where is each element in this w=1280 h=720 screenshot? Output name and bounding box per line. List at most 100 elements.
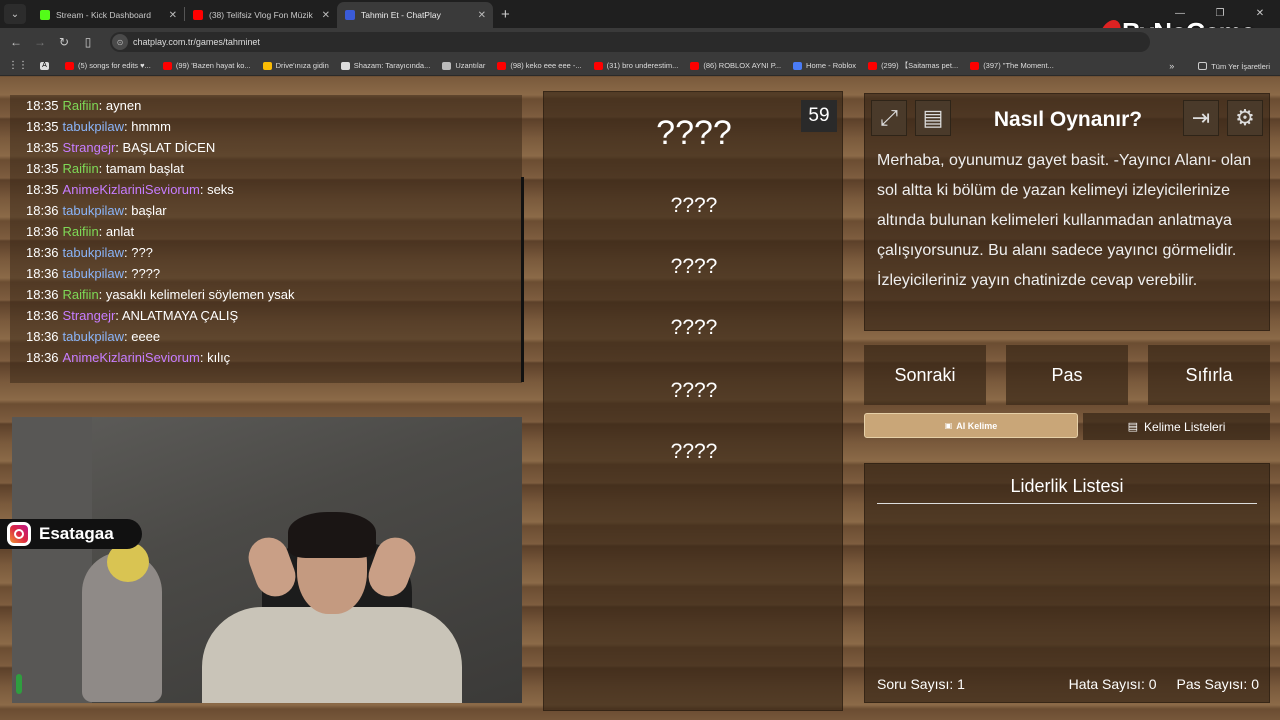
sidebar-icon[interactable]: ▯ [76,35,100,49]
bookmark-label: Home - Roblox [806,61,857,70]
all-bookmarks[interactable]: Tüm Yer İşaretleri [1198,62,1270,71]
bookmark-item[interactable]: (99) 'Bazen hayat ko... [162,61,251,70]
robot-icon: ▣ [944,421,953,430]
chat-text: anlat [105,224,135,239]
status-indicator [16,674,22,694]
tab-kick[interactable]: Stream - Kick Dashboard ✕ [32,2,184,28]
tab-chatplay[interactable]: Tahmin Et - ChatPlay ✕ [337,2,493,28]
chat-message: 18:36 tabukpilaw: ??? [10,242,522,263]
chat-message: 18:36 Strangejr: ANLATMAYA ÇALIŞ [10,305,522,326]
tab-search-dropdown[interactable]: ⌄ [4,4,26,24]
tab-youtube[interactable]: (38) Telifsiz Vlog Fon Müzik ✕ [185,2,337,28]
chat-scrollbar[interactable] [521,177,524,382]
howto-body: Merhaba, oyunumuz gayet basit. -Yayıncı … [877,152,1252,289]
ai-word-label: AI Kelime [956,420,998,431]
chat-time: 18:35 [26,98,59,113]
chat-time: 18:35 [26,161,59,176]
webcam-person-body [202,607,462,703]
chat-username[interactable]: Raifiin [63,98,99,113]
chat-text: başlar [131,203,167,218]
chat-username[interactable]: Raifiin [63,161,99,176]
kick-icon [40,10,50,20]
apps-icon[interactable]: ⋮⋮ [8,60,28,71]
back-icon[interactable]: ← [4,35,28,49]
bookmark-item[interactable]: (98) keko eee eee -... [497,61,582,70]
forbidden-word: ???? [670,194,718,217]
chat-separator: : [115,140,123,155]
chat-text: tamam başlat [105,161,184,176]
chat-message: 18:36 AnimeKizlariniSeviorum: kılıç [10,347,522,368]
chat-separator: : [98,224,106,239]
site-info-icon[interactable]: ⊙ [112,34,128,50]
chat-username[interactable]: AnimeKizlariniSeviorum [63,350,200,365]
chat-time: 18:36 [26,308,59,323]
chat-username[interactable]: tabukpilaw [63,266,124,281]
bookmark-label: (299) 【Saitamas pet... [881,61,959,70]
shazam-icon [340,61,350,70]
chat-username[interactable]: Raifiin [63,287,99,302]
reset-button[interactable]: Sıfırla [1148,345,1270,405]
howto-panel: ⤢ ▤ ⇥ ⚙ Nasıl Oynanır? Merhaba, oyunumuz… [864,93,1270,331]
stats-row: Soru Sayısı: 1 Hata Sayısı: 0 Pas Sayısı… [877,676,1259,692]
chat-separator: : [199,350,208,365]
bookmark-a[interactable]: A [40,61,53,70]
all-bookmarks-label: Tüm Yer İşaretleri [1211,61,1270,71]
words-panel: 59 ???? ???? ???? ???? ???? ???? [543,91,843,711]
ai-word-button[interactable]: ▣ AI Kelime [864,413,1078,438]
bookmark-item[interactable]: Home - Roblox [793,61,856,70]
chat-text: ??? [131,245,153,260]
close-icon[interactable]: ✕ [478,10,486,21]
youtube-icon [868,61,878,70]
bookmark-label: Uzantılar [455,61,486,70]
youtube-icon [65,61,74,70]
chat-separator: : [98,287,106,302]
pass-button[interactable]: Pas [1006,345,1128,405]
chat-username[interactable]: tabukpilaw [63,203,124,218]
chat-username[interactable]: tabukpilaw [63,119,124,134]
chat-panel: 18:35 Raifiin: aynen 18:35 tabukpilaw: hmmm… [10,95,524,383]
reload-icon[interactable]: ↻ [52,35,76,49]
bookmark-item[interactable]: Uzantılar [442,61,485,70]
chat-time: 18:36 [26,224,59,239]
chat-text: eeee [131,329,161,344]
chat-text: ANLATMAYA ÇALIŞ [121,308,239,323]
bookmark-item[interactable]: (397) "The Moment... [970,61,1054,70]
youtube-icon [162,61,172,70]
youtube-icon [690,61,700,70]
close-icon[interactable]: ✕ [322,10,330,21]
chat-username[interactable]: Strangejr [63,308,116,323]
chat-username[interactable]: tabukpilaw [63,329,124,344]
close-icon[interactable]: ✕ [169,10,177,21]
chat-username[interactable]: Raifiin [63,224,99,239]
error-count: Hata Sayısı: 0 [1068,676,1157,692]
chat-username[interactable]: Strangejr [63,140,116,155]
bookmark-label: Drive'ınıza gidin [275,61,329,70]
word-lists-label: Kelime Listeleri [1144,419,1226,434]
chevron-right-icon[interactable]: » [1169,61,1174,71]
folder-icon [1198,62,1208,70]
word-lists-button[interactable]: ▤ Kelime Listeleri [1083,413,1270,440]
bookmark-item[interactable]: (299) 【Saitamas pet... [868,60,958,71]
chat-username[interactable]: AnimeKizlariniSeviorum [63,182,200,197]
chat-time: 18:36 [26,266,59,281]
address-bar[interactable]: ⊙ chatplay.com.tr/games/tahminet [110,32,1150,52]
bookmark-item[interactable]: Drive'ınıza gidin [262,61,329,70]
chat-message: 18:35 AnimeKizlariniSeviorum: seks [10,179,522,200]
chat-list: 18:35 Raifiin: aynen 18:35 tabukpilaw: hmmm… [10,95,522,368]
next-button[interactable]: Sonraki [864,345,986,405]
youtube-icon [593,61,603,70]
pass-count: Pas Sayısı: 0 [1176,676,1259,692]
bookmark-item[interactable]: (86) ROBLOX AYNI P... [690,61,781,70]
bookmark-label: (86) ROBLOX AYNI P... [703,61,782,70]
chat-time: 18:35 [26,119,59,134]
bookmark-item[interactable]: (5) songs for edits ♥... [65,61,151,70]
new-tab-button[interactable]: + [501,6,510,23]
bookmarks-right: » Tüm Yer İşaretleri [1169,56,1270,75]
chat-username[interactable]: tabukpilaw [63,245,124,260]
tab-label: (38) Telifsiz Vlog Fon Müzik [209,10,313,20]
bookmark-item[interactable]: (31) bro underestim... [593,61,678,70]
bookmark-item[interactable]: Shazam: Tarayıcında... [340,61,430,70]
forward-icon[interactable]: → [28,35,52,49]
chat-message: 18:36 tabukpilaw: ???? [10,263,522,284]
game-page: 18:35 Raifiin: aynen 18:35 tabukpilaw: hmmm… [0,77,1280,720]
